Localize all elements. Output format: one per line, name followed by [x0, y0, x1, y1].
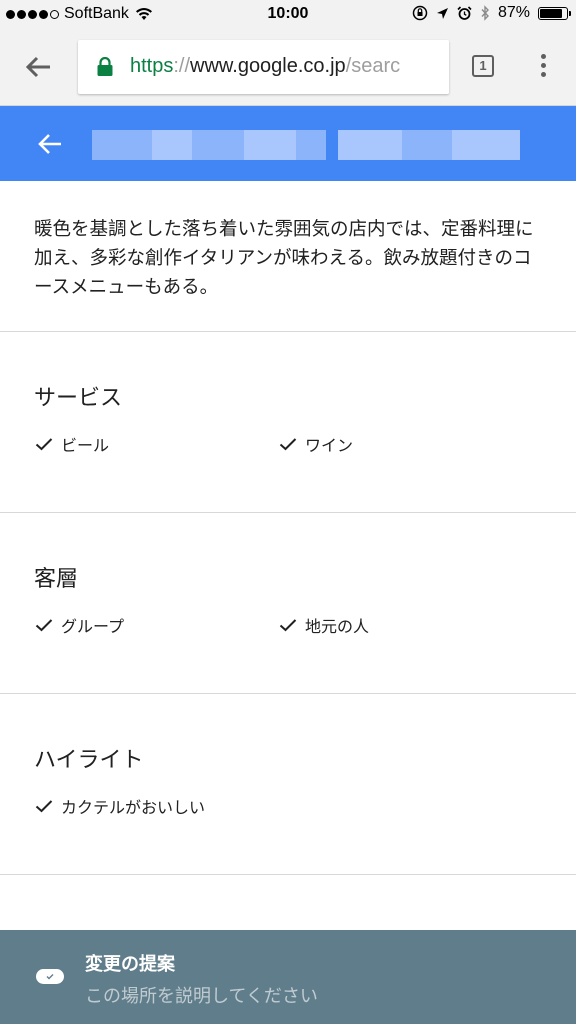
place-description: 暖色を基調とした落ち着いた雰囲気の店内では、定番料理に加え、多彩な創作イタリアン…	[0, 181, 576, 332]
check-icon	[35, 800, 53, 813]
place-header	[0, 106, 576, 181]
feature-item: グループ	[35, 613, 124, 637]
feature-item: 地元の人	[279, 613, 369, 637]
url-host: www.google.co.jp	[190, 55, 346, 77]
orientation-lock-icon	[412, 5, 428, 21]
url-scheme: https	[130, 55, 174, 77]
back-arrow-icon[interactable]	[22, 50, 56, 84]
location-icon	[436, 7, 448, 19]
bluetooth-icon	[481, 5, 489, 21]
alarm-icon	[457, 5, 472, 20]
section-services: サービス ビール ワイン	[0, 332, 576, 513]
tab-switcher-icon[interactable]: 1	[472, 55, 494, 77]
suggest-subtitle[interactable]: この場所を説明してください	[85, 982, 318, 1008]
battery-level	[540, 8, 562, 18]
url-path: /searc	[345, 55, 401, 77]
feature-item: ビール	[35, 432, 109, 456]
suggest-title[interactable]: 変更の提案	[85, 950, 175, 976]
section-title: 客層	[34, 567, 79, 592]
feature-label: ビール	[61, 436, 110, 455]
suggest-edit-bar[interactable]: 変更の提案 この場所を説明してください	[0, 930, 576, 1024]
section-partial	[0, 875, 576, 935]
url-fade	[419, 40, 449, 94]
section-title: ハイライト	[34, 748, 144, 773]
feature-item: ワイン	[279, 432, 353, 456]
check-icon	[279, 619, 297, 632]
battery-percent: 87%	[497, 4, 530, 21]
edit-toggle-icon[interactable]	[36, 969, 64, 984]
check-icon	[35, 619, 53, 632]
check-icon	[35, 438, 53, 451]
feature-label: グループ	[61, 617, 125, 636]
status-right: 87%	[412, 4, 571, 22]
feature-label: ワイン	[305, 436, 354, 455]
feature-item: カクテルがおいしい	[35, 794, 205, 818]
url-bar[interactable]: https://www.google.co.jp/searc	[78, 40, 449, 94]
feature-label: 地元の人	[305, 617, 370, 636]
section-highlights: ハイライト カクテルがおいしい	[0, 694, 576, 875]
url-separator: ://	[173, 55, 191, 77]
lock-icon	[97, 57, 113, 76]
feature-label: カクテルがおいしい	[61, 798, 206, 817]
back-arrow-icon[interactable]	[38, 133, 62, 155]
place-details: 暖色を基調とした落ち着いた雰囲気の店内では、定番料理に加え、多彩な創作イタリアン…	[0, 181, 576, 935]
check-icon	[279, 438, 297, 451]
browser-toolbar: https://www.google.co.jp/searc 1	[0, 30, 576, 106]
battery-icon	[538, 6, 571, 20]
overflow-menu-icon[interactable]	[538, 54, 548, 80]
url-text[interactable]: https://www.google.co.jp/searc	[130, 55, 400, 78]
section-crowd: 客層 グループ 地元の人	[0, 513, 576, 694]
status-bar: SoftBank 10:00 87%	[0, 0, 576, 30]
section-title: サービス	[34, 386, 123, 411]
